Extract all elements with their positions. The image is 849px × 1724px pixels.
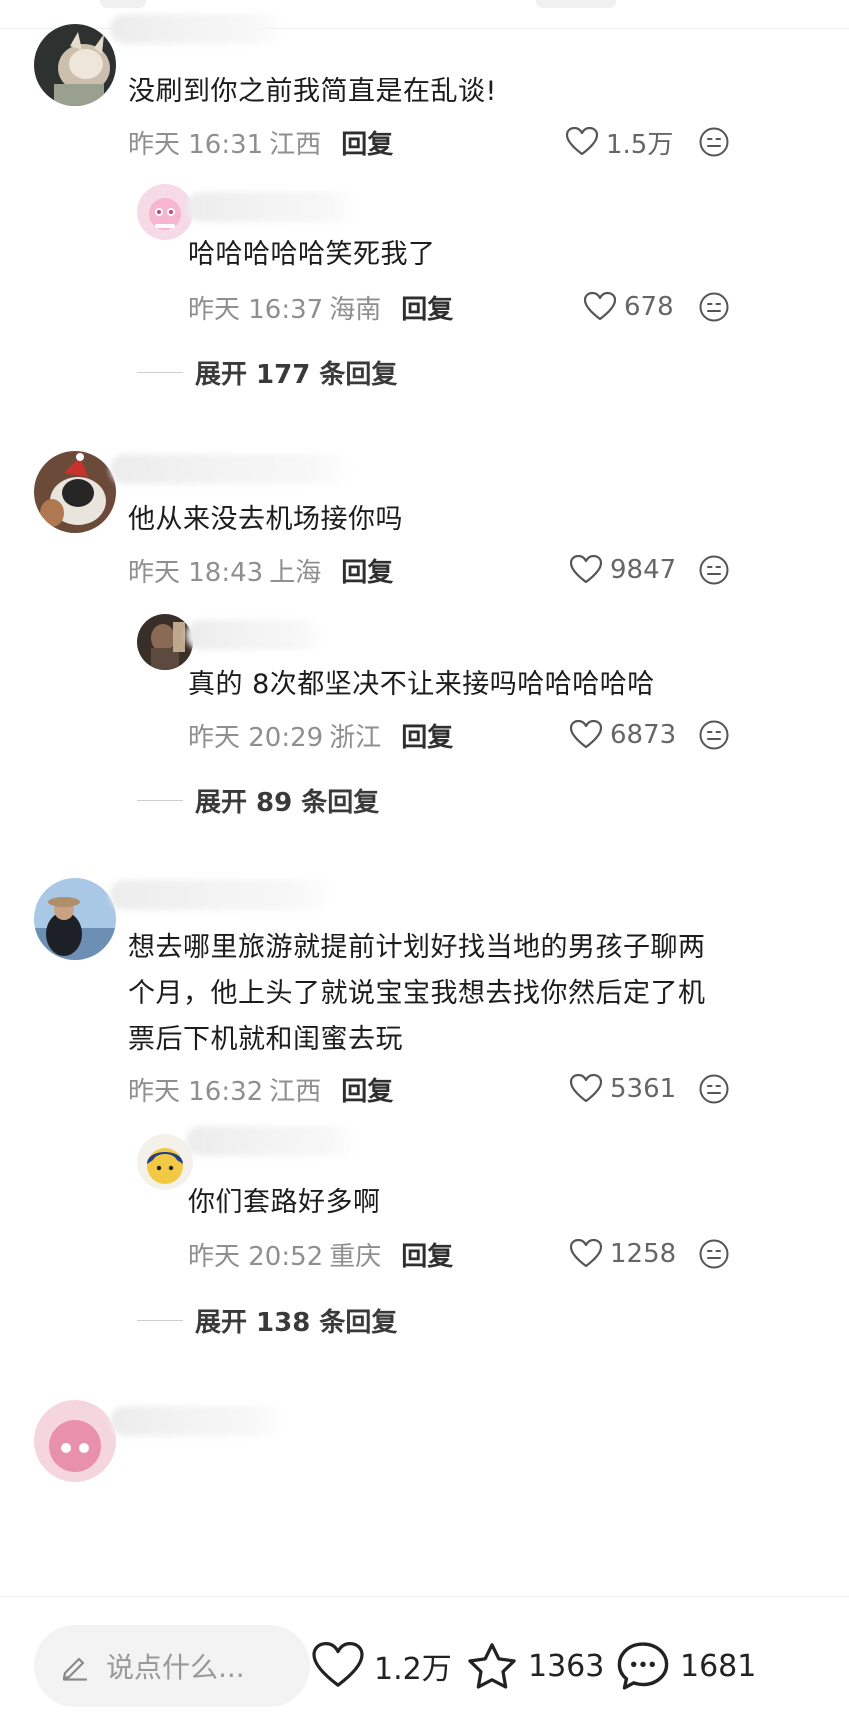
avatar[interactable] [137,184,193,240]
reply-text: 你们套路好多啊 [188,1187,381,1218]
like-button[interactable]: 1258 [570,1234,676,1274]
reply-time: 昨天 20:29 [188,722,324,753]
star-post-button[interactable]: 1363 [466,1625,604,1707]
like-count: 1258 [610,1239,677,1269]
post-like-count: 1.2万 [374,1652,452,1687]
reply-text: 哈哈哈哈哈笑死我了 [188,239,436,270]
like-count: 6873 [610,720,677,750]
reply-meta: 昨天 20:29 浙江 回复 [188,715,453,755]
avatar[interactable] [137,614,193,670]
expand-replies-button[interactable]: 展开 138 条回复 [137,1300,397,1340]
comment-meta: 昨天 18:43 上海 回复 [128,550,393,590]
divider-dash [137,371,183,373]
blurred-username [110,1406,285,1436]
reply-button[interactable]: 回复 [401,289,453,326]
like-post-button[interactable]: 1.2万 [312,1625,452,1707]
like-button[interactable]: 9847 [570,550,676,590]
heart-icon [570,1074,602,1103]
reply-button[interactable]: 回复 [341,552,393,589]
expand-label: 展开 138 条回复 [195,1307,398,1338]
comment-time: 昨天 16:32 [128,1076,264,1107]
post-comment-count: 1681 [680,1648,757,1684]
blurred-username [110,880,335,910]
like-count: 5361 [610,1074,677,1104]
like-count: 1.5万 [606,129,674,160]
comment-post-button[interactable]: 1681 [616,1625,756,1707]
comment-text: 没刷到你之前我简直是在乱谈! [128,76,497,107]
divider-dash [137,1319,183,1321]
comment-input[interactable]: 说点什么... [34,1625,310,1707]
expand-label: 展开 89 条回复 [195,787,380,818]
comment-text-line: 票后下机就和闺蜜去玩 [128,1024,403,1055]
comment-meta: 昨天 16:31 江西 回复 [128,122,393,162]
blurred-username [110,14,285,44]
emoji-face-icon[interactable] [698,1073,730,1105]
expand-replies-button[interactable]: 展开 89 条回复 [137,780,379,820]
comment-meta: 昨天 16:32 江西 回复 [128,1069,393,1109]
heart-icon [566,127,598,156]
reply-button[interactable]: 回复 [341,1071,393,1108]
like-button[interactable]: 678 [584,287,674,327]
comment-input-placeholder: 说点什么... [106,1651,245,1684]
comment-text-line: 想去哪里旅游就提前计划好找当地的男孩子聊两 [128,932,706,963]
reply-button[interactable]: 回复 [341,124,393,161]
like-button[interactable]: 6873 [570,715,676,755]
cropped-header-element [536,0,616,8]
expand-label: 展开 177 条回复 [195,359,398,390]
reply-meta: 昨天 16:37 海南 回复 [188,287,453,327]
blurred-username [186,620,326,650]
reply-meta: 昨天 20:52 重庆 回复 [188,1234,453,1274]
reply-button[interactable]: 回复 [401,1236,453,1273]
avatar[interactable] [34,878,116,960]
heart-icon [312,1642,364,1687]
comment-time: 昨天 18:43 [128,557,264,588]
comment-text-line: 个月，他上头了就说宝宝我想去找你然后定了机 [128,978,706,1009]
emoji-face-icon[interactable] [698,126,730,158]
bottom-action-bar: 说点什么... 1.2万 1363 1681 [0,1596,849,1724]
pencil-icon [62,1657,88,1681]
emoji-face-icon[interactable] [698,1238,730,1270]
like-count: 9847 [610,555,677,585]
reply-location: 海南 [329,294,382,325]
reply-time: 昨天 20:52 [188,1241,324,1272]
chat-bubble-icon [617,1642,669,1690]
avatar[interactable] [34,24,116,106]
avatar[interactable] [34,451,116,533]
avatar[interactable] [34,1400,116,1482]
expand-replies-button[interactable]: 展开 177 条回复 [137,352,397,392]
blurred-username [186,1126,361,1156]
post-star-count: 1363 [528,1648,605,1684]
comment-location: 上海 [269,557,322,588]
reply-time: 昨天 16:37 [188,294,324,325]
reply-button[interactable]: 回复 [401,717,453,754]
like-button[interactable]: 1.5万 [566,122,673,162]
emoji-face-icon[interactable] [698,291,730,323]
heart-icon [570,555,602,584]
reply-location: 重庆 [329,1241,382,1272]
comment-time: 昨天 16:31 [128,129,264,160]
emoji-face-icon[interactable] [698,719,730,751]
blurred-username [186,192,361,222]
emoji-face-icon[interactable] [698,554,730,586]
blurred-username [110,454,355,484]
heart-icon [570,1239,602,1268]
like-button[interactable]: 5361 [570,1069,676,1109]
divider-dash [137,799,183,801]
heart-icon [570,720,602,749]
comment-location: 江西 [269,1076,322,1107]
reply-text: 真的 8次都坚决不让来接吗哈哈哈哈哈 [188,669,655,700]
reply-location: 浙江 [329,722,382,753]
comment-text: 他从来没去机场接你吗 [128,504,403,535]
comment-location: 江西 [269,129,322,160]
cropped-header-element [100,0,146,8]
avatar[interactable] [137,1134,193,1190]
star-icon [468,1643,516,1689]
like-count: 678 [624,292,674,322]
heart-icon [584,292,616,321]
